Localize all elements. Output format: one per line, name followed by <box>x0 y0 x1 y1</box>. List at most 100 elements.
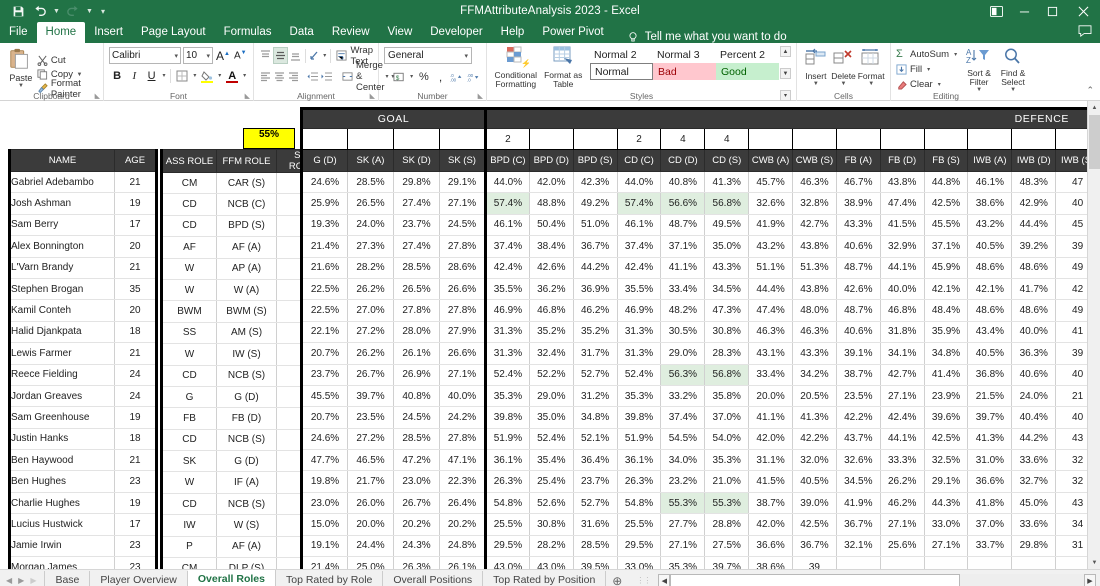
decrease-indent-icon[interactable] <box>306 68 319 85</box>
cell-defence-value[interactable]: 25.4% <box>529 470 574 493</box>
cell-ffm-role[interactable]: NCB (C) <box>216 193 277 216</box>
cell-defence-value[interactable]: 27.1% <box>880 513 925 536</box>
cell-defence-value[interactable]: 29.1% <box>924 470 969 493</box>
cell-goal-value[interactable]: 21.7% <box>347 470 394 493</box>
cell-goal-value[interactable]: 24.5% <box>439 214 487 237</box>
table-row[interactable]: 45.5% 39.7% 40.8% 40.0% <box>300 385 487 408</box>
increase-indent-icon[interactable] <box>320 68 333 85</box>
table-row[interactable]: 19.3% 24.0% 23.7% 24.5% <box>300 214 487 237</box>
cell-defence-value[interactable]: 31.1% <box>748 449 794 472</box>
cell-defence-value[interactable]: 42.5% <box>792 513 837 536</box>
cell-defence-value[interactable]: 29.5% <box>484 535 530 558</box>
align-left-icon[interactable] <box>259 68 272 85</box>
cell-defence-value[interactable]: 43.3% <box>704 257 750 279</box>
prev-sheet-icon[interactable]: ◀ <box>6 576 12 585</box>
cell-defence-value[interactable]: 43.3% <box>792 342 837 365</box>
cell-player-age[interactable]: 21 <box>114 449 158 472</box>
style-normal[interactable]: Normal <box>590 63 653 80</box>
cell-defence-value[interactable]: 34.8% <box>573 406 618 429</box>
cell-defence-value[interactable]: 46.2% <box>573 299 618 322</box>
cell-player-name[interactable]: Halid Djankpata <box>8 321 115 344</box>
cell-goal-value[interactable]: 47.1% <box>439 449 487 472</box>
table-row[interactable]: 36.1% 35.4% 36.4% 36.1% 34.0% 35.3% 31.1% 32.0%… <box>484 449 1100 472</box>
cell-defence-value[interactable] <box>836 556 881 569</box>
column-header-bpds[interactable]: BPD (S) <box>572 149 618 172</box>
cell-goal-value[interactable]: 29.1% <box>439 171 487 194</box>
table-row[interactable]: 24.6% 28.5% 29.8% 29.1% <box>300 171 487 194</box>
table-row[interactable]: 20.7% 26.2% 26.1% 26.6% <box>300 342 487 365</box>
cell-defence-value[interactable]: 47.3% <box>704 299 750 322</box>
cell-player-name[interactable]: Reece Fielding <box>8 364 115 386</box>
autosum-dropdown-icon[interactable]: ▾ <box>952 51 959 58</box>
increase-decimal-icon[interactable]: .0.00 <box>450 68 465 85</box>
cell-goal-value[interactable]: 40.8% <box>393 385 440 408</box>
cell-defence-value[interactable]: 56.8% <box>704 192 750 215</box>
table-row[interactable]: Stephen Brogan 35 <box>8 278 158 301</box>
cell-ffm-role[interactable]: G (D) <box>216 386 277 409</box>
style-good[interactable]: Good <box>716 63 779 80</box>
cell-defence-value[interactable]: 35.5% <box>484 278 530 301</box>
table-row[interactable]: Jamie Irwin 23 <box>8 535 158 558</box>
cell-defence-value[interactable]: 48.6% <box>967 299 1013 322</box>
cell-defence-value[interactable]: 46.3% <box>792 171 837 194</box>
cell-goal-value[interactable]: 26.9% <box>393 364 440 386</box>
vertical-scrollbar[interactable]: ▲ ▼ <box>1087 101 1100 569</box>
cell-ffm-role[interactable]: G (D) <box>216 450 277 473</box>
table-row[interactable]: Halid Djankpata 18 <box>8 321 158 344</box>
cell-ffm-role[interactable]: NCB (S) <box>216 493 277 516</box>
cell-defence-value[interactable]: 26.2% <box>880 470 925 493</box>
table-row[interactable]: 23.0% 26.0% 26.7% 26.4% <box>300 492 487 515</box>
column-header-cwbs[interactable]: CWB (S) <box>792 149 837 172</box>
cell-goal-value[interactable]: 26.6% <box>439 278 487 301</box>
align-right-icon[interactable] <box>287 68 300 85</box>
cell-player-name[interactable]: Justin Hanks <box>8 428 115 451</box>
column-header-skd[interactable]: SK (D) <box>393 149 440 172</box>
cell-defence-value[interactable]: 37.4% <box>484 235 530 258</box>
cell-defence-value[interactable]: 31.3% <box>484 342 530 365</box>
orientation-icon[interactable] <box>309 47 322 64</box>
cell-defence-value[interactable]: 44.0% <box>617 171 662 194</box>
cell-goal-value[interactable]: 20.7% <box>300 342 348 365</box>
cell-defence-value[interactable]: 29.0% <box>529 385 574 408</box>
cell-defence-value[interactable]: 39.0% <box>792 492 837 515</box>
cell-defence-value[interactable]: 35.8% <box>704 385 750 408</box>
cell-defence-value[interactable]: 25.5% <box>484 513 530 536</box>
cell-defence-value[interactable]: 34.1% <box>880 342 925 365</box>
cell-defence-value[interactable]: 33.7% <box>967 535 1013 558</box>
cell-ass-role[interactable]: CD <box>160 193 217 216</box>
cell-defence-value[interactable]: 32.5% <box>924 449 969 472</box>
customize-qat-icon[interactable]: ▾ <box>96 7 110 16</box>
cell-defence-value[interactable]: 41.1% <box>660 257 706 279</box>
column-header-bpdc[interactable]: BPD (C) <box>484 149 530 172</box>
cell-defence-value[interactable]: 32.7% <box>1011 470 1057 493</box>
font-size-input[interactable]: 10 ▾ <box>183 47 213 64</box>
cell-defence-value[interactable]: 46.1% <box>484 214 530 237</box>
cell-defence-value[interactable]: 32.8% <box>792 192 837 215</box>
cell-defence-value[interactable]: 50.4% <box>529 214 574 237</box>
table-row[interactable]: 20.7% 23.5% 24.5% 24.2% <box>300 406 487 429</box>
cell-defence-value[interactable]: 39 <box>792 556 837 569</box>
cell-defence-value[interactable]: 41.5% <box>880 214 925 237</box>
cell-player-name[interactable]: Kamil Conteh <box>8 299 115 322</box>
cell-defence-value[interactable]: 35.3% <box>617 385 662 408</box>
cell-ass-role[interactable]: CD <box>160 429 217 452</box>
underline-button[interactable]: U <box>143 67 159 84</box>
column-header-fbd[interactable]: FB (D) <box>879 149 925 172</box>
cell-defence-value[interactable]: 43.0% <box>484 556 530 569</box>
cell-ffm-role[interactable]: AF (A) <box>216 536 277 559</box>
cell-defence-value[interactable]: 40.5% <box>967 235 1013 258</box>
cell-defence-value[interactable]: 52.4% <box>484 364 530 386</box>
cell-player-name[interactable]: Morgan James <box>8 556 115 569</box>
h-scroll-right-icon[interactable]: ▶ <box>1084 574 1096 586</box>
cell-defence-value[interactable]: 33.6% <box>1011 513 1057 536</box>
table-row[interactable]: Kamil Conteh 20 <box>8 299 158 322</box>
table-row[interactable]: L'Varn Brandy 21 <box>8 257 158 279</box>
cell-defence-value[interactable]: 56.3% <box>660 364 706 386</box>
cell-defence-value[interactable]: 21.5% <box>967 385 1013 408</box>
cell-defence-value[interactable]: 54.8% <box>484 492 530 515</box>
cell-defence-value[interactable]: 27.1% <box>924 535 969 558</box>
cell-goal-value[interactable]: 22.3% <box>439 470 487 493</box>
cell-defence-value[interactable]: 45.7% <box>748 171 794 194</box>
accounting-format-icon[interactable]: $ <box>392 68 407 85</box>
cell-defence-value[interactable]: 40.8% <box>660 171 706 194</box>
